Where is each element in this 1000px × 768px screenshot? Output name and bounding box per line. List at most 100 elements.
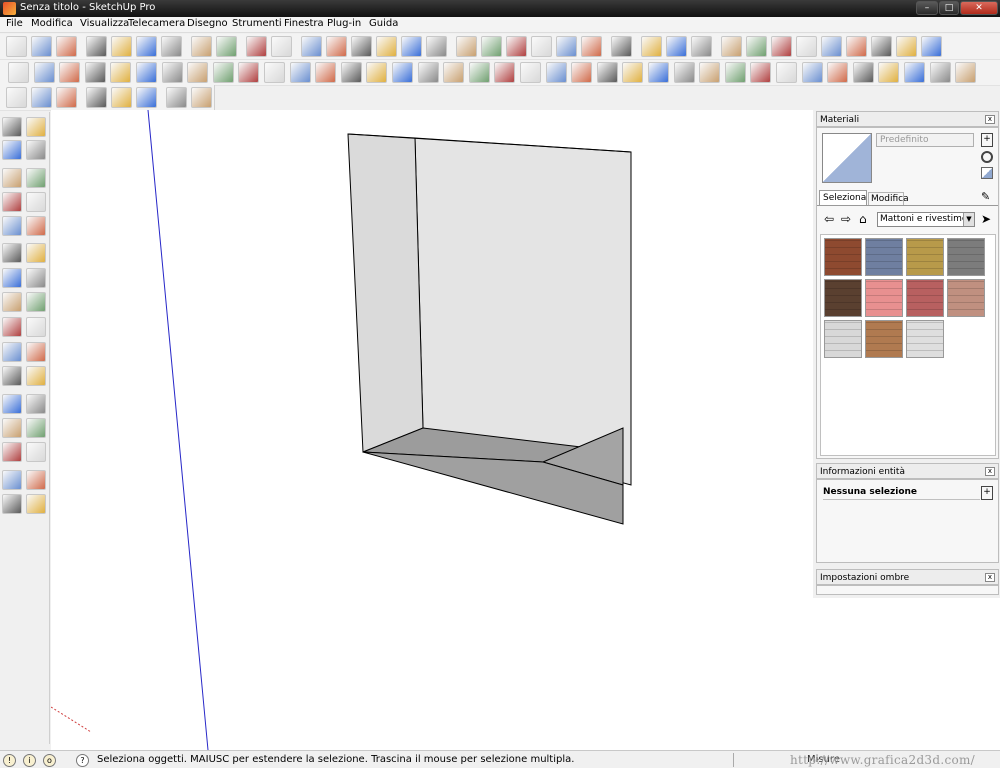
tool-5-icon[interactable] [110,62,132,83]
chevron-down-icon[interactable]: ▼ [963,213,974,226]
component-icon[interactable] [6,87,27,108]
menu-strumenti[interactable]: Strumenti [232,18,282,29]
entity-info-header[interactable]: Informazioni entità x [816,463,999,479]
undo-icon[interactable] [191,36,212,57]
material-swatch-brick-dark[interactable] [824,279,862,317]
position-camera-icon[interactable] [2,470,22,490]
viewport-extension[interactable] [813,598,1000,750]
look-around-icon[interactable] [26,470,46,490]
menu-telecamera[interactable]: Telecamera [128,18,185,29]
tool-21-icon[interactable] [520,62,541,83]
material-swatch-stucco-white[interactable] [906,320,944,358]
walk-icon[interactable] [2,494,22,514]
erase-icon[interactable] [161,36,182,57]
tool-6-icon[interactable] [136,62,157,83]
photo-match-icon[interactable] [896,36,917,57]
tool-2-icon[interactable] [33,62,55,83]
eyedropper-icon[interactable]: ✎ [981,190,993,204]
left-view-icon[interactable] [426,36,447,57]
tool-12-icon[interactable] [289,62,311,83]
material-swatch-block-gray[interactable] [947,238,985,276]
tool-9-icon[interactable] [212,62,234,83]
tool-16-icon[interactable] [392,62,413,83]
scale-icon[interactable] [2,292,22,312]
menu-modifica[interactable]: Modifica [31,18,73,29]
circle-icon[interactable] [2,192,22,212]
protractor-icon[interactable] [2,342,22,362]
tool-19-icon[interactable] [468,62,490,83]
tool-7-icon[interactable] [161,62,183,83]
share-component-icon[interactable] [796,36,817,57]
back-icon[interactable]: ⇦ [824,212,834,226]
sample-paint-icon[interactable] [981,151,993,163]
zoom-extents-icon[interactable] [2,442,22,462]
top-view-icon[interactable] [326,36,347,57]
credits-icon[interactable]: i [23,754,36,767]
close-icon[interactable]: x [985,115,995,124]
material-swatch-brick-rose[interactable] [906,279,944,317]
make-component-icon[interactable] [26,117,46,137]
create-material-icon[interactable]: + [981,133,993,147]
sun-icon[interactable] [821,36,842,57]
tool-18-icon[interactable] [443,62,465,83]
menu-guida[interactable]: Guida [369,18,398,29]
solid-icon[interactable] [56,87,77,108]
tool-23-icon[interactable] [571,62,593,83]
shadows-icon[interactable] [846,36,867,57]
drawing-viewport[interactable] [51,110,813,750]
pan-icon[interactable] [26,394,46,414]
minimize-button[interactable]: – [916,1,938,15]
offset-icon[interactable] [26,292,46,312]
section-plane-icon[interactable] [641,36,662,57]
freehand-icon[interactable] [26,216,46,236]
line-icon[interactable] [26,168,46,188]
material-swatch-wood-brown[interactable] [865,320,903,358]
display-cuts-icon[interactable] [691,36,712,57]
3d-warehouse-icon[interactable] [721,36,742,57]
eraser-icon[interactable] [26,140,46,160]
fog-icon[interactable] [871,36,892,57]
library-dropdown[interactable]: Mattoni e rivestimenti [877,212,975,227]
paint-bucket-icon[interactable] [2,140,22,160]
menu-plugin[interactable]: Plug-in [327,18,361,29]
tool-33-icon[interactable] [827,62,849,83]
axis-v-icon[interactable] [111,87,132,108]
shaded-icon[interactable] [556,36,577,57]
menu-file[interactable]: File [6,18,23,29]
material-swatch-brick-red[interactable] [824,238,862,276]
menu-finestra[interactable]: Finestra [284,18,324,29]
rectangle-icon[interactable] [2,168,22,188]
new-icon[interactable] [6,36,27,57]
material-swatch-stone-yellow[interactable] [906,238,944,276]
tool-4-icon[interactable] [84,62,106,83]
model-info-icon[interactable] [271,36,292,57]
open-icon[interactable] [31,36,52,57]
save-icon[interactable] [56,36,77,57]
tool-8-icon[interactable] [187,62,209,83]
tool-1-icon[interactable] [8,62,29,83]
push-pull-icon[interactable] [26,243,46,263]
forward-icon[interactable]: ⇨ [841,212,851,226]
default-material-icon[interactable] [981,167,993,179]
group-icon[interactable] [31,87,52,108]
share-model-icon[interactable] [746,36,767,57]
copy-icon[interactable] [111,36,132,57]
maximize-button[interactable]: □ [939,1,959,15]
material-swatch-tile-pink[interactable] [865,279,903,317]
menu-disegno[interactable]: Disegno [187,18,228,29]
tool-27-icon[interactable] [673,62,695,83]
tool-37-icon[interactable] [929,62,951,83]
redo-icon[interactable] [216,36,237,57]
wireframe-icon[interactable] [506,36,527,57]
tab-modifica[interactable]: Modifica [868,192,909,205]
hidden-line-icon[interactable] [531,36,552,57]
axes-icon[interactable] [2,366,22,386]
tool-28-icon[interactable] [699,62,721,83]
tool-24-icon[interactable] [596,62,618,83]
tool-14-icon[interactable] [340,62,362,83]
pull-icon[interactable] [191,87,212,108]
iso-view-icon[interactable] [301,36,322,57]
move-icon[interactable] [2,243,22,263]
tool-22-icon[interactable] [545,62,567,83]
home-icon[interactable]: ⌂ [859,212,867,226]
